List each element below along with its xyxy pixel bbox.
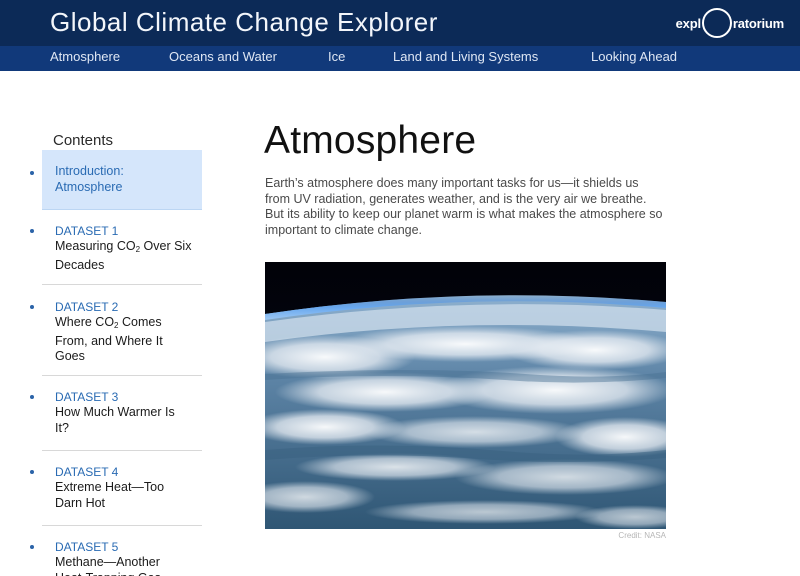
nav-atmosphere[interactable]: Atmosphere [50, 49, 120, 64]
toc-item-dataset-5[interactable]: DATASET 5 Methane—Another Heat-Trapping … [30, 526, 202, 576]
exploratorium-logo[interactable]: expl ratorium [676, 8, 784, 38]
intro-paragraph: Earth’s atmosphere does many important t… [265, 176, 663, 237]
toc-item-title: Measuring CO2 Over Six Decades [55, 239, 192, 272]
toc-item-title: Where CO2 Comes From, and Where It Goes [55, 315, 163, 363]
toc-item-dataset-1[interactable]: DATASET 1 Measuring CO2 Over Six Decades [30, 210, 202, 285]
image-credit: Credit: NASA [618, 531, 666, 540]
toc-item-dataset-4[interactable]: DATASET 4 Extreme Heat—Too Darn Hot [30, 451, 202, 526]
toc-item-title: Extreme Heat—Too Darn Hot [55, 480, 165, 510]
nav-looking-ahead[interactable]: Looking Ahead [591, 49, 677, 64]
toc-item-dataset-2[interactable]: DATASET 2 Where CO2 Comes From, and Wher… [30, 285, 202, 376]
toc-item-dataset-label: DATASET 1 [55, 224, 119, 238]
toc-item-dataset-label: DATASET 3 [55, 390, 119, 404]
logo-text-right: ratorium [732, 15, 784, 31]
toc-item-dataset-3[interactable]: DATASET 3 How Much Warmer Is It? [30, 376, 202, 451]
logo-ring-icon [701, 8, 732, 38]
logo-text-left: expl [675, 15, 701, 31]
earth-atmosphere-photo [265, 262, 666, 529]
toc-item-dataset-label: DATASET 2 [55, 300, 119, 314]
toc-item-dataset-label: DATASET 4 [55, 465, 119, 479]
toc-item-introduction[interactable]: Introduction: Atmosphere [30, 150, 202, 210]
table-of-contents: Introduction: Atmosphere DATASET 1 Measu… [30, 150, 202, 576]
site-title[interactable]: Global Climate Change Explorer [50, 7, 438, 38]
toc-item-title: How Much Warmer Is It? [55, 405, 175, 435]
nav-land-and-living-systems[interactable]: Land and Living Systems [393, 49, 538, 64]
bullet-icon [30, 470, 34, 474]
bullet-icon [30, 305, 34, 309]
main-nav: Atmosphere Oceans and Water Ice Land and… [0, 46, 800, 71]
nav-ice[interactable]: Ice [328, 49, 345, 64]
toc-item-title: Introduction: Atmosphere [55, 164, 124, 194]
bullet-icon [30, 395, 34, 399]
nav-oceans-and-water[interactable]: Oceans and Water [169, 49, 277, 64]
toc-item-dataset-label: DATASET 5 [55, 540, 119, 554]
bullet-icon [30, 229, 34, 233]
contents-heading: Contents [53, 132, 114, 149]
bullet-icon [30, 545, 34, 549]
page-title: Atmosphere [264, 119, 477, 162]
site-header: Global Climate Change Explorer expl rato… [0, 0, 800, 46]
toc-item-title: Methane—Another Heat-Trapping Gas [55, 555, 161, 576]
bullet-icon [30, 171, 34, 175]
